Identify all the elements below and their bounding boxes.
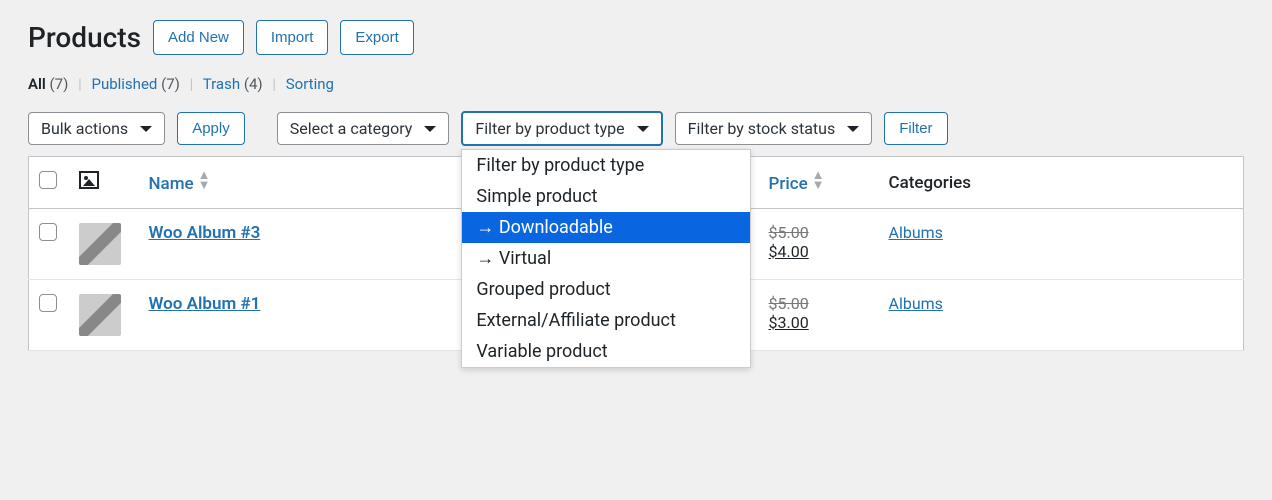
image-column-icon [79, 171, 99, 189]
page-title: Products [28, 21, 141, 54]
sort-icon: ▲▼ [198, 171, 211, 189]
filter-trash[interactable]: Trash [203, 75, 240, 93]
categories-column-header[interactable]: Categories [879, 157, 1244, 209]
select-all-checkbox[interactable] [39, 171, 57, 189]
product-type-dropdown: Filter by product typeSimple product→ Do… [461, 149, 751, 368]
name-column-header[interactable]: Name▲▼ [149, 174, 211, 194]
product-name-link[interactable]: Woo Album #1 [149, 294, 261, 314]
product-type-select[interactable]: Filter by product type [461, 111, 662, 146]
export-button[interactable]: Export [340, 20, 413, 55]
filter-button[interactable]: Filter [884, 112, 947, 145]
price-column-header[interactable]: Price▲▼ [769, 174, 825, 194]
price-new: $3.00 [769, 313, 809, 332]
product-thumbnail[interactable] [79, 223, 121, 265]
price-new: $4.00 [769, 242, 809, 261]
product-thumbnail[interactable] [79, 294, 121, 336]
product-type-option[interactable]: → Virtual [462, 243, 750, 274]
apply-button[interactable]: Apply [177, 112, 245, 145]
import-button[interactable]: Import [256, 20, 329, 55]
price-old: $5.00 [769, 223, 809, 242]
price-old: $5.00 [769, 294, 809, 313]
add-new-button[interactable]: Add New [153, 20, 244, 55]
stock-status-select[interactable]: Filter by stock status [675, 112, 873, 145]
product-type-option[interactable]: → Downloadable [462, 212, 750, 243]
category-link[interactable]: Albums [889, 223, 943, 242]
filter-all-count: (7) [50, 75, 69, 93]
filter-sorting[interactable]: Sorting [286, 75, 334, 93]
filter-all[interactable]: All [28, 75, 46, 93]
row-checkbox[interactable] [39, 294, 57, 312]
product-type-option[interactable]: Grouped product [462, 274, 750, 305]
bulk-actions-select[interactable]: Bulk actions [28, 112, 165, 145]
product-type-option[interactable]: External/Affiliate product [462, 305, 750, 336]
product-type-option[interactable]: Variable product [462, 336, 750, 367]
filter-trash-count: (4) [244, 75, 263, 93]
product-name-link[interactable]: Woo Album #3 [149, 223, 261, 243]
sort-icon: ▲▼ [812, 171, 825, 189]
row-checkbox[interactable] [39, 223, 57, 241]
filter-published-count: (7) [161, 75, 180, 93]
filter-published[interactable]: Published [91, 75, 157, 93]
category-select[interactable]: Select a category [277, 112, 450, 145]
product-type-option[interactable]: Simple product [462, 181, 750, 212]
view-filters: All (7) | Published (7) | Trash (4) | So… [28, 75, 1244, 93]
product-type-option[interactable]: Filter by product type [462, 150, 750, 181]
category-link[interactable]: Albums [889, 294, 943, 313]
